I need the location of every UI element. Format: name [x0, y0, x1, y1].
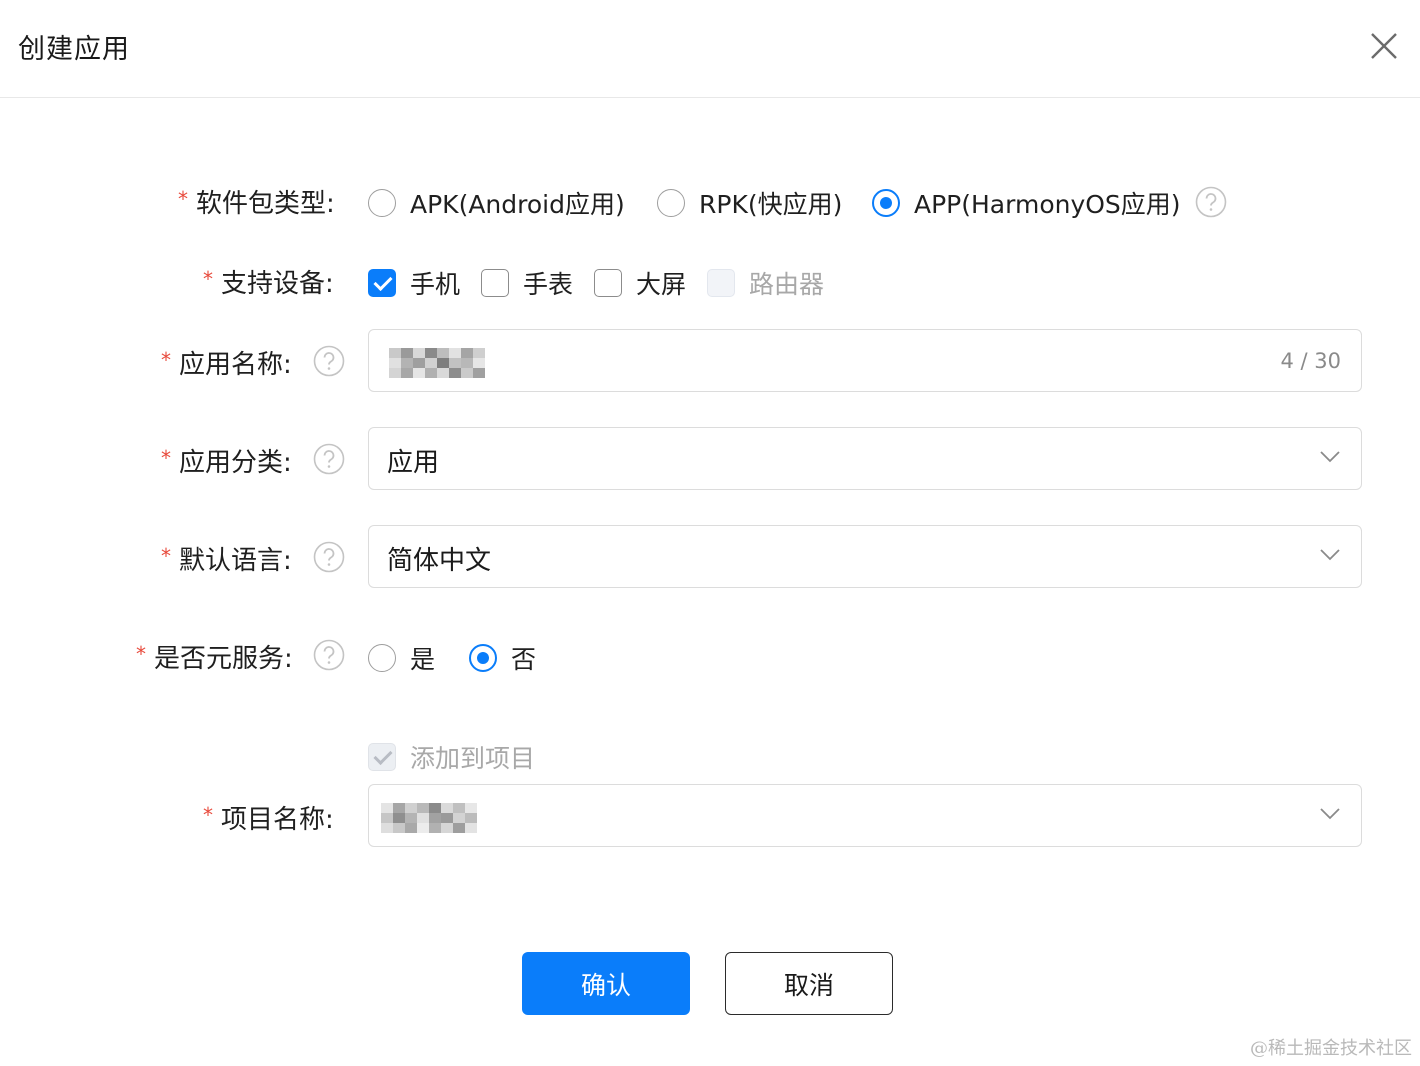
checkbox-box-disabled: [707, 269, 735, 297]
radio-atomic-no-label: 否: [511, 645, 537, 674]
default-language-value: 简体中文: [387, 546, 492, 576]
radio-atomic-no[interactable]: 否: [469, 640, 536, 676]
watermark: @稀土掘金技术社区: [1250, 1038, 1412, 1059]
app-name-label: * 应用名称:: [161, 344, 292, 381]
radio-rpk[interactable]: RPK(快应用): [657, 185, 842, 221]
required-mark: *: [136, 642, 146, 666]
obscured-value: [389, 348, 485, 378]
checkbox-box[interactable]: [594, 269, 622, 297]
checkbox-big-screen[interactable]: 大屏: [594, 265, 686, 301]
checkbox-router: 路由器: [707, 265, 824, 301]
checkbox-big-screen-label: 大屏: [636, 270, 687, 299]
close-icon[interactable]: [1366, 28, 1402, 64]
dialog-header: 创建应用: [0, 0, 1420, 98]
required-mark: *: [203, 803, 213, 827]
app-category-select[interactable]: 应用: [368, 427, 1362, 490]
radio-circle-checked[interactable]: [469, 644, 497, 672]
app-name-label-text: 应用名称:: [179, 350, 292, 380]
default-language-label-text: 默认语言:: [179, 546, 292, 576]
devices-label: * 支持设备:: [203, 263, 334, 300]
project-name-label: * 项目名称:: [203, 799, 334, 836]
radio-rpk-label: RPK(快应用): [699, 190, 843, 219]
checkbox-box[interactable]: [481, 269, 509, 297]
question-circle-icon[interactable]: [313, 345, 345, 377]
radio-circle-checked[interactable]: [872, 189, 900, 217]
checkbox-watch[interactable]: 手表: [481, 265, 573, 301]
app-name-input[interactable]: 4 / 30: [368, 329, 1362, 392]
radio-apk-label: APK(Android应用): [410, 190, 625, 219]
checkbox-router-label: 路由器: [749, 270, 825, 299]
required-mark: *: [178, 187, 188, 211]
project-name-select[interactable]: [368, 784, 1362, 847]
checkbox-box-disabled-checked: [368, 743, 396, 771]
default-language-label: * 默认语言:: [161, 540, 292, 577]
project-name-label-text: 项目名称:: [221, 805, 334, 835]
radio-atomic-yes[interactable]: 是: [368, 640, 435, 676]
radio-app-label: APP(HarmonyOS应用): [914, 190, 1181, 219]
question-circle-icon[interactable]: [1195, 186, 1227, 218]
chevron-down-icon: [1320, 549, 1340, 561]
package-type-label: * 软件包类型:: [178, 183, 335, 220]
checkbox-box-checked[interactable]: [368, 269, 396, 297]
confirm-button[interactable]: 确认: [522, 952, 690, 1015]
required-mark: *: [161, 544, 171, 568]
question-circle-icon[interactable]: [313, 541, 345, 573]
radio-circle[interactable]: [368, 189, 396, 217]
package-type-label-text: 软件包类型:: [196, 189, 335, 219]
radio-circle[interactable]: [368, 644, 396, 672]
question-circle-icon[interactable]: [313, 639, 345, 671]
default-language-select[interactable]: 简体中文: [368, 525, 1362, 588]
app-category-label-text: 应用分类:: [179, 448, 292, 478]
devices-label-text: 支持设备:: [221, 269, 334, 299]
obscured-value: [381, 803, 477, 833]
radio-atomic-yes-label: 是: [410, 645, 436, 674]
checkbox-add-to-project: 添加到项目: [368, 739, 535, 775]
radio-circle[interactable]: [657, 189, 685, 217]
radio-apk[interactable]: APK(Android应用): [368, 185, 625, 221]
radio-app-harmonyos[interactable]: APP(HarmonyOS应用): [872, 185, 1181, 221]
atomic-service-label: * 是否元服务:: [136, 638, 293, 675]
checkbox-watch-label: 手表: [523, 270, 574, 299]
checkbox-phone[interactable]: 手机: [368, 265, 460, 301]
cancel-button[interactable]: 取消: [725, 952, 893, 1015]
required-mark: *: [161, 446, 171, 470]
checkbox-phone-label: 手机: [410, 270, 461, 299]
app-category-value: 应用: [387, 448, 440, 478]
required-mark: *: [203, 267, 213, 291]
question-circle-icon[interactable]: [313, 443, 345, 475]
dialog-title: 创建应用: [18, 34, 130, 65]
add-to-project-label: 添加到项目: [410, 744, 536, 773]
required-mark: *: [161, 348, 171, 372]
app-category-label: * 应用分类:: [161, 442, 292, 479]
chevron-down-icon: [1320, 451, 1340, 463]
chevron-down-icon: [1320, 808, 1340, 820]
char-counter: 4 / 30: [1280, 349, 1341, 373]
atomic-service-label-text: 是否元服务:: [154, 644, 293, 674]
